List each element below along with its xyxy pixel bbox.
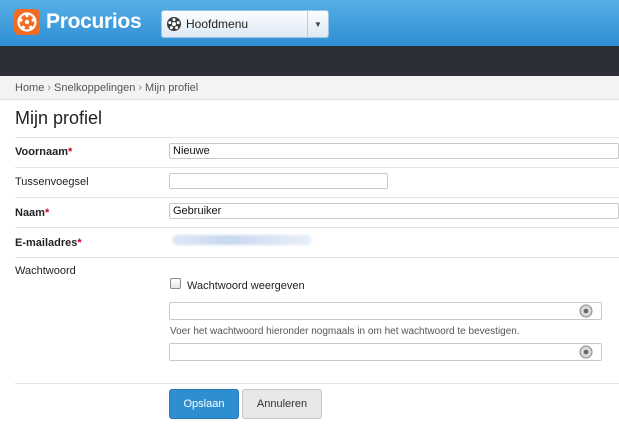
- first-name-label: Voornaam*: [15, 146, 73, 158]
- email-row: E-mailadres*: [15, 227, 619, 258]
- first-name-input[interactable]: [169, 143, 619, 159]
- main-menu-dropdown[interactable]: Hoofdmenu ▼: [161, 10, 329, 38]
- procurios-logo-icon: [14, 9, 40, 35]
- form-divider: [15, 383, 619, 385]
- breadcrumb-current: Mijn profiel: [145, 82, 199, 94]
- navigation-bar: [0, 46, 619, 76]
- infix-label: Tussenvoegsel: [15, 176, 89, 188]
- save-button[interactable]: Opslaan: [169, 389, 239, 419]
- show-password-label[interactable]: Wachtwoord weergeven: [187, 280, 305, 292]
- main-menu-icon: [167, 17, 181, 31]
- required-mark: *: [77, 237, 82, 249]
- infix-input[interactable]: [169, 173, 388, 189]
- password-confirm-hint: Voer het wachtwoord hieronder nogmaals i…: [170, 326, 520, 337]
- required-mark: *: [44, 207, 50, 219]
- top-header: Procurios Hoofdmenu ▼: [0, 0, 619, 46]
- main-menu-label: Hoofdmenu: [186, 17, 249, 31]
- procurios-logo[interactable]: Procurios: [14, 9, 142, 35]
- email-label: E-mailadres*: [15, 237, 82, 249]
- password-eye-icon[interactable]: [579, 304, 593, 318]
- breadcrumb: Home › Snelkoppelingen › Mijn profiel: [0, 76, 619, 100]
- chevron-down-icon[interactable]: ▼: [307, 11, 328, 37]
- password-row: Wachtwoord: [15, 257, 619, 384]
- show-password-checkbox[interactable]: [170, 278, 181, 289]
- last-name-label: Naam*: [15, 207, 50, 219]
- breadcrumb-separator: ›: [47, 82, 52, 94]
- last-name-input[interactable]: [169, 203, 619, 219]
- breadcrumb-home[interactable]: Home: [15, 82, 44, 94]
- breadcrumb-separator: ›: [138, 82, 143, 94]
- password-label: Wachtwoord: [15, 265, 76, 277]
- breadcrumb-shortcuts[interactable]: Snelkoppelingen: [54, 82, 135, 94]
- cancel-button[interactable]: Annuleren: [242, 389, 322, 419]
- email-value-redacted: [172, 235, 312, 245]
- password-confirm-input[interactable]: [169, 343, 602, 361]
- page-title: Mijn profiel: [15, 108, 103, 128]
- password-input[interactable]: [169, 302, 602, 320]
- password-eye-icon[interactable]: [579, 345, 593, 359]
- required-mark: *: [67, 146, 73, 158]
- logo-text: Procurios: [46, 10, 142, 33]
